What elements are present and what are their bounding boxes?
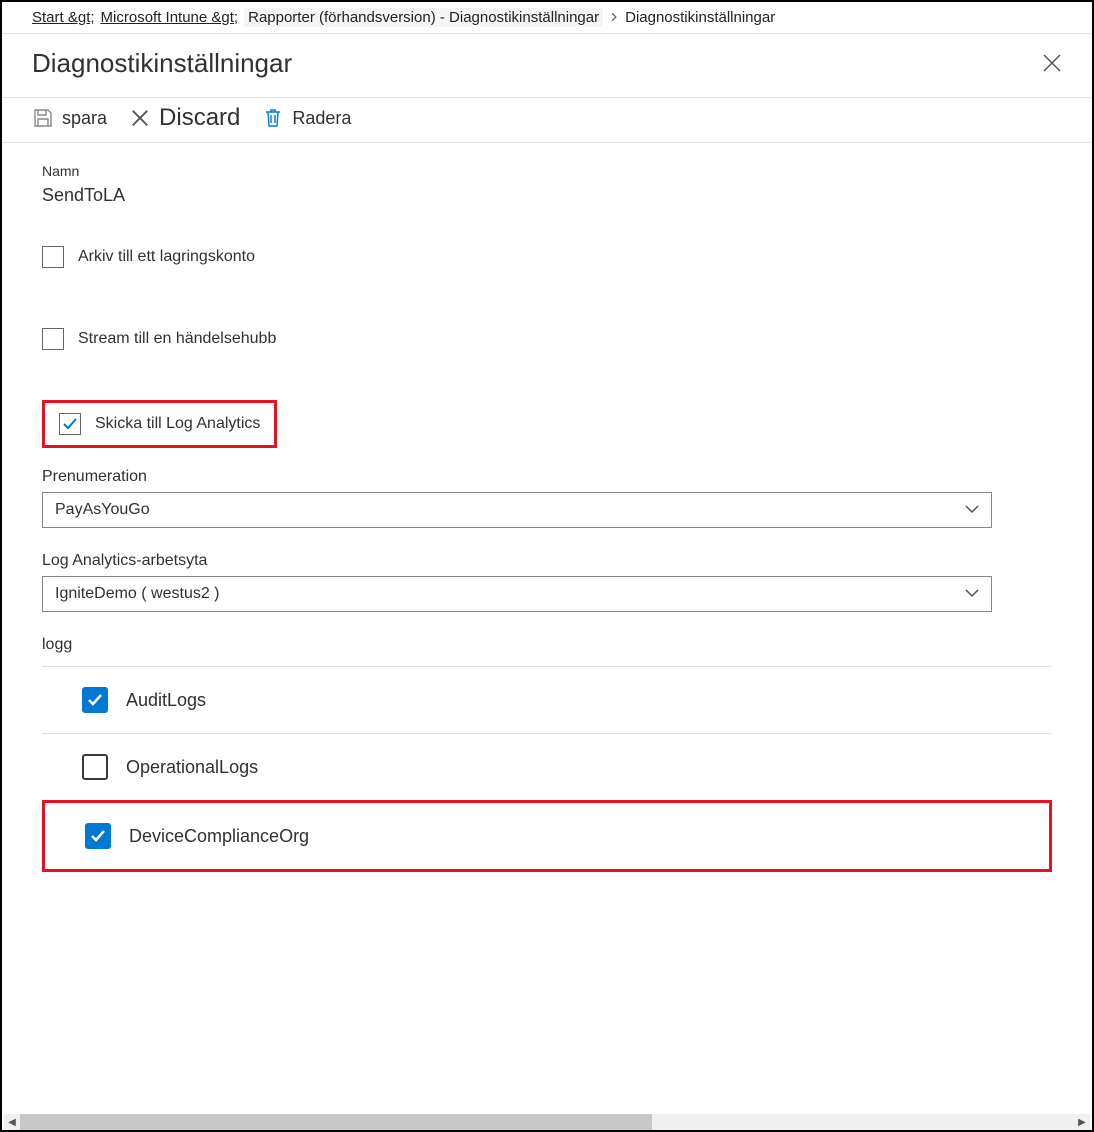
log-row-devicecompliance-highlight: DeviceComplianceOrg: [42, 800, 1052, 872]
chevron-right-icon: [609, 9, 619, 26]
breadcrumb-current: Diagnostikinställningar: [625, 9, 775, 26]
send-log-analytics-label: Skicka till Log Analytics: [95, 415, 260, 433]
stream-eventhub-label: Stream till en händelsehubb: [78, 330, 276, 348]
subscription-select[interactable]: PayAsYouGo: [42, 492, 992, 528]
stream-eventhub-checkbox[interactable]: [42, 328, 64, 350]
delete-button[interactable]: Radera: [262, 107, 351, 129]
subscription-value: PayAsYouGo: [55, 501, 150, 519]
archive-storage-label: Arkiv till ett lagringskonto: [78, 248, 255, 266]
log-heading: logg: [42, 636, 1052, 654]
log-row-auditlogs[interactable]: AuditLogs: [42, 666, 1052, 734]
trash-icon: [262, 107, 284, 129]
horizontal-scrollbar[interactable]: ◀ ▶: [4, 1114, 1090, 1130]
page-title: Diagnostikinställningar: [32, 48, 292, 79]
subscription-label: Prenumeration: [42, 468, 1052, 486]
scroll-track[interactable]: [20, 1114, 1074, 1130]
workspace-group: Log Analytics-arbetsyta IgniteDemo ( wes…: [42, 552, 1052, 612]
archive-storage-checkbox[interactable]: [42, 246, 64, 268]
discard-icon: [129, 107, 151, 129]
discard-label: Discard: [159, 104, 240, 132]
log-checkbox-devicecompliance[interactable]: [85, 823, 111, 849]
toolbar: spara Discard Radera: [2, 97, 1092, 143]
workspace-value: IgniteDemo ( westus2 ): [55, 585, 220, 603]
subscription-group: Prenumeration PayAsYouGo: [42, 468, 1052, 528]
close-button[interactable]: [1042, 51, 1062, 77]
workspace-select[interactable]: IgniteDemo ( westus2 ): [42, 576, 992, 612]
form-body: Namn SendToLA Arkiv till ett lagringskon…: [2, 143, 1092, 892]
breadcrumb-intune[interactable]: Microsoft Intune &gt;: [101, 9, 239, 26]
send-log-analytics-highlight: Skicka till Log Analytics: [42, 400, 277, 448]
log-label-devicecompliance: DeviceComplianceOrg: [129, 826, 309, 847]
log-label-operationallogs: OperationalLogs: [126, 757, 258, 778]
scroll-right-icon[interactable]: ▶: [1074, 1114, 1090, 1130]
log-checkbox-auditlogs[interactable]: [82, 687, 108, 713]
send-log-analytics-checkbox[interactable]: [59, 413, 81, 435]
chevron-down-icon: [965, 502, 979, 518]
blade-header: Diagnostikinställningar: [2, 34, 1092, 97]
workspace-label: Log Analytics-arbetsyta: [42, 552, 1052, 570]
save-icon: [32, 107, 54, 129]
log-section: logg AuditLogs OperationalLogs Dev: [42, 636, 1052, 872]
log-label-auditlogs: AuditLogs: [126, 690, 206, 711]
breadcrumb: Start &gt; Microsoft Intune &gt; Rapport…: [2, 2, 1092, 34]
log-row-operationallogs[interactable]: OperationalLogs: [42, 734, 1052, 801]
scroll-left-icon[interactable]: ◀: [4, 1114, 20, 1130]
stream-eventhub-checkbox-row[interactable]: Stream till en händelsehubb: [42, 318, 1052, 360]
close-icon: [1042, 49, 1062, 79]
log-checkbox-operationallogs[interactable]: [82, 754, 108, 780]
archive-storage-checkbox-row[interactable]: Arkiv till ett lagringskonto: [42, 236, 1052, 278]
save-label: spara: [62, 108, 107, 129]
chevron-down-icon: [965, 586, 979, 602]
scroll-thumb[interactable]: [20, 1114, 652, 1130]
breadcrumb-start[interactable]: Start &gt;: [32, 9, 95, 26]
name-label: Namn: [42, 163, 1052, 179]
discard-button[interactable]: Discard: [129, 104, 240, 132]
save-button[interactable]: spara: [32, 107, 107, 129]
name-value: SendToLA: [42, 185, 1052, 206]
breadcrumb-reports[interactable]: Rapporter (förhandsversion) - Diagnostik…: [244, 8, 603, 27]
delete-label: Radera: [292, 108, 351, 129]
log-row-devicecompliance[interactable]: DeviceComplianceOrg: [81, 809, 1035, 863]
